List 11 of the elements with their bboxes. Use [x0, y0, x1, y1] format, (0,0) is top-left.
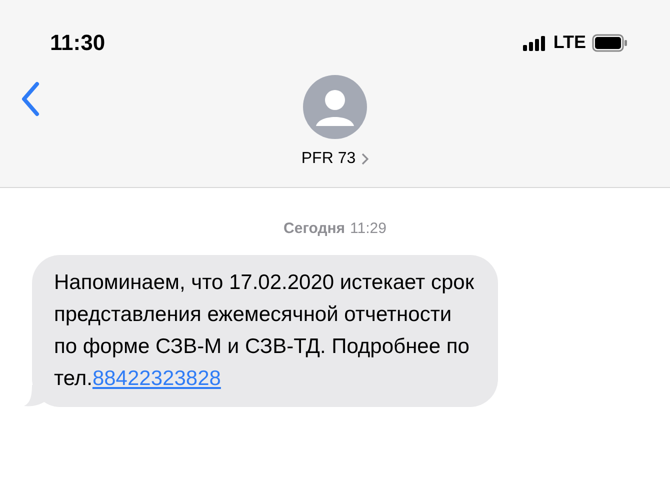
message-text: Напоминаем, что 17.02.2020 истекает срок представления ежемесячной отчетности по форме СЗВ-М и СЗВ-ТД. Подробнее по тел.88422323828 — [54, 270, 475, 392]
network-label: LTE — [553, 31, 586, 54]
battery-icon — [592, 34, 628, 52]
timestamp-time: 11:29 — [350, 219, 386, 239]
status-time: 11:30 — [50, 29, 106, 57]
chevron-icon — [360, 153, 369, 165]
avatar-icon[interactable] — [303, 75, 367, 139]
back-icon[interactable] — [20, 81, 42, 117]
timestamp-day: Сегодня — [284, 218, 346, 240]
contact-name[interactable]: PFR 73 — [301, 147, 356, 171]
signal-icon — [523, 34, 548, 50]
